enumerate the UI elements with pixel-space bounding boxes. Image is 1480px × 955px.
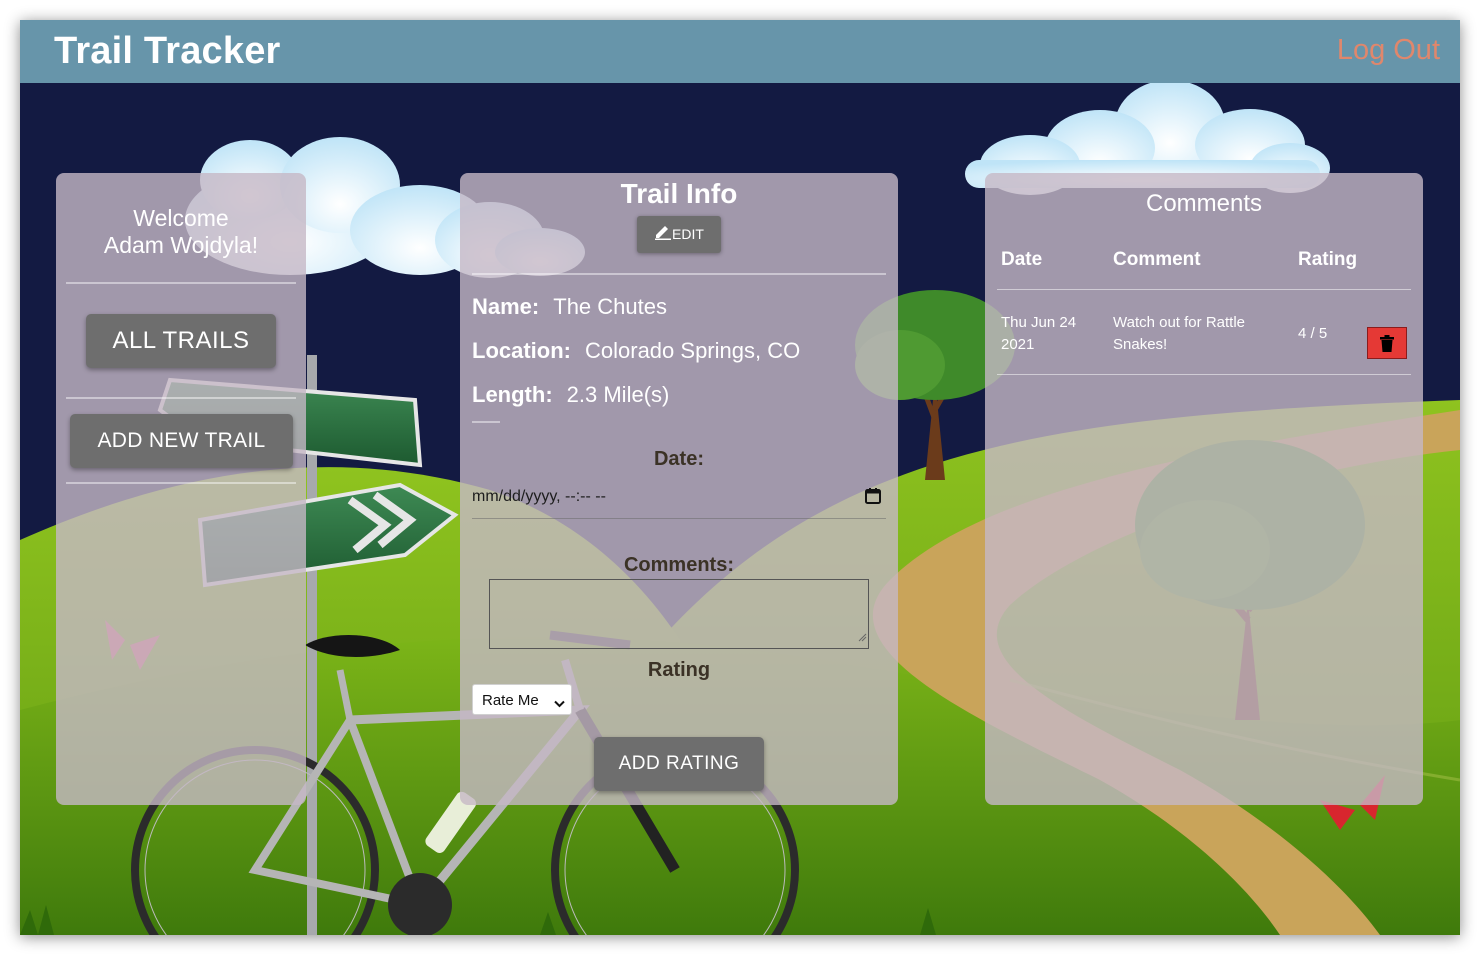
comment-date: Thu Jun 24 2021 — [1001, 312, 1076, 356]
date-input[interactable]: mm/dd/yyyy, --:-- -- — [472, 483, 886, 519]
trail-info-panel: Trail Info EDIT Name: The Chutes Location… — [460, 173, 898, 805]
rating-select[interactable]: Rate Me — [472, 684, 572, 715]
rating-select-value: Rate Me — [482, 692, 539, 709]
edit-label: EDIT — [672, 226, 704, 242]
table-header-divider — [997, 289, 1411, 290]
comments-label: Comments: — [623, 554, 734, 576]
table-row-divider — [997, 374, 1411, 375]
trail-name-row: Name: The Chutes — [472, 294, 667, 320]
trail-location-key: Location: — [472, 338, 571, 363]
add-rating-button[interactable]: ADD RATING — [594, 737, 764, 791]
divider — [66, 397, 296, 399]
calendar-icon[interactable] — [864, 487, 882, 510]
all-trails-button[interactable]: ALL TRAILS — [86, 314, 276, 368]
logout-link[interactable]: Log Out — [1337, 34, 1440, 67]
date-placeholder: mm/dd/yyyy, --:-- -- — [472, 488, 606, 505]
welcome-username: Adam Wojdyla! — [103, 232, 259, 258]
comment-text-line: Snakes! — [1113, 336, 1168, 353]
column-header-comment: Comment — [1113, 249, 1201, 270]
comment-rating: 4 / 5 — [1298, 325, 1328, 342]
app-title[interactable]: Trail Tracker — [54, 30, 281, 73]
trail-info-title: Trail Info — [620, 178, 738, 209]
comments-title: Comments — [1145, 190, 1263, 217]
delete-comment-button[interactable] — [1367, 327, 1407, 359]
chevron-down-icon — [554, 695, 565, 712]
welcome-message: Welcome Adam Wojdyla! — [56, 205, 306, 259]
trail-location-row: Location: Colorado Springs, CO — [472, 338, 800, 364]
divider — [66, 482, 296, 484]
divider — [472, 273, 886, 275]
pencil-icon — [654, 217, 672, 254]
add-new-trail-button[interactable]: ADD NEW TRAIL — [70, 414, 293, 468]
comments-textarea[interactable] — [489, 579, 869, 649]
trail-name-key: Name: — [472, 294, 540, 319]
comments-panel: Comments Date Comment Rating Thu Jun 24 … — [985, 173, 1423, 805]
column-header-rating: Rating — [1298, 249, 1358, 270]
trail-length-key: Length: — [472, 382, 553, 407]
comment-text-line: Watch out for Rattle — [1113, 314, 1245, 331]
trail-name-value: The Chutes — [553, 294, 667, 319]
comment-date-line: 2021 — [1001, 336, 1035, 353]
comment-date-line: Thu Jun 24 — [1001, 314, 1077, 331]
rating-label: Rating — [647, 659, 711, 681]
user-sidebar: Welcome Adam Wojdyla! ALL TRAILS ADD NEW… — [56, 173, 306, 805]
trail-location-value: Colorado Springs, CO — [585, 338, 801, 363]
divider — [472, 421, 500, 423]
divider — [66, 282, 296, 284]
resize-handle-icon[interactable] — [858, 629, 867, 647]
date-label: Date: — [653, 448, 704, 470]
trash-icon — [1380, 335, 1394, 352]
trail-length-value: 2.3 Mile(s) — [566, 382, 670, 407]
navbar: Trail Tracker Log Out — [20, 20, 1460, 83]
column-header-date: Date — [1001, 249, 1043, 270]
edit-button[interactable]: EDIT — [637, 216, 721, 253]
welcome-line: Welcome — [133, 205, 229, 231]
comment-text: Watch out for Rattle Snakes! — [1113, 312, 1245, 356]
trail-length-row: Length: 2.3 Mile(s) — [472, 382, 669, 408]
app-window: Trail Tracker Log Out Welcome Adam Wojdy… — [20, 20, 1460, 935]
